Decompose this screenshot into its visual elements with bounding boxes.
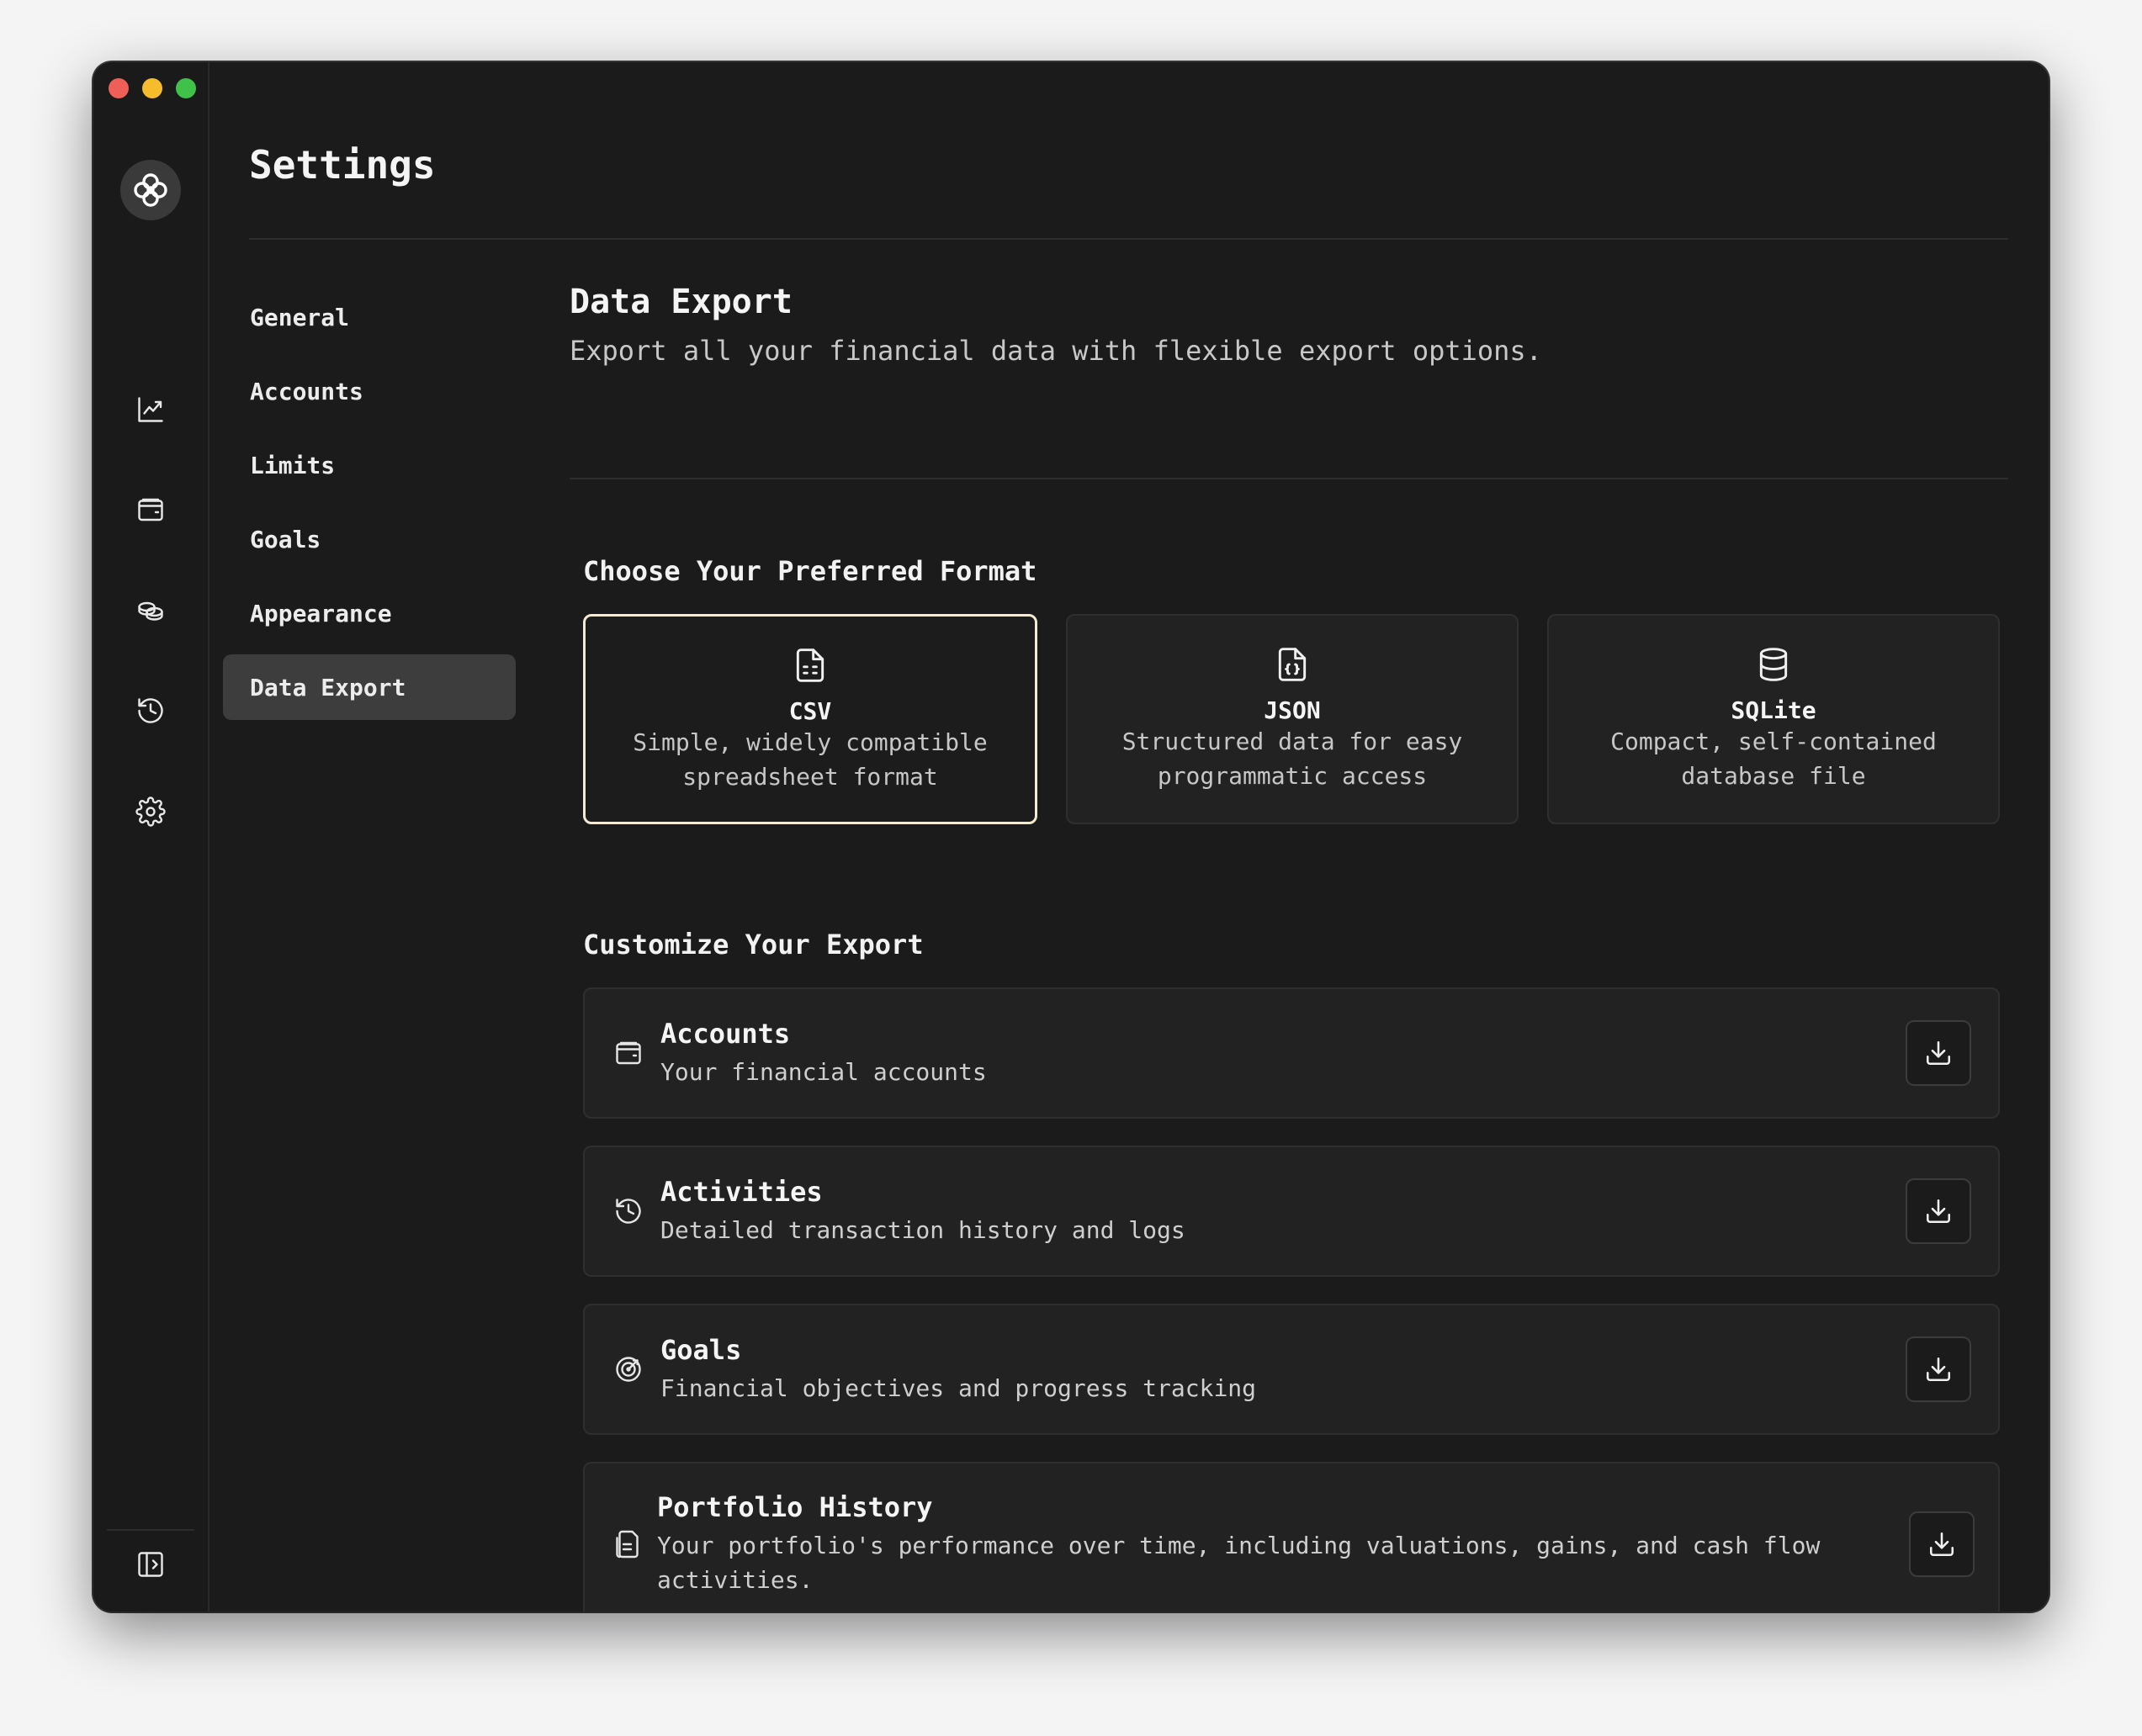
icon-rail [93,62,209,1612]
export-row-activities: Activities Detailed transaction history … [583,1146,2000,1277]
wallet-icon [616,1041,641,1065]
nav-item-general[interactable]: General [223,284,516,350]
data-export-panel: Data Export Export all your financial da… [570,283,2008,1612]
format-option-json[interactable]: JSON Structured data for easy programmat… [1066,614,1519,824]
page-title: Settings [249,142,436,188]
rail-performance-button[interactable] [131,390,170,429]
rail-holdings-button[interactable] [131,591,170,630]
settings-nav: General Accounts Limits Goals Appearance… [223,284,516,728]
format-description: Compact, self-contained database file [1610,728,1937,790]
export-row-description: Financial objectives and progress tracki… [660,1373,1257,1402]
target-icon [616,1357,641,1382]
maximize-window-button[interactable] [176,78,196,98]
export-row-portfolio-history: Portfolio History Your portfolio's perfo… [583,1462,2000,1612]
gear-icon [135,797,166,827]
format-heading: Choose Your Preferred Format [583,555,1037,587]
download-icon [1929,1532,1954,1557]
export-row-description: Your portfolio's performance over time, … [657,1532,1821,1594]
app-logo[interactable] [120,160,181,220]
section-divider [570,478,2008,479]
minimize-window-button[interactable] [142,78,162,98]
window-controls [109,78,196,98]
download-goals-button[interactable] [1906,1336,1971,1402]
download-icon [1926,1199,1951,1224]
export-row-description: Detailed transaction history and logs [660,1215,1185,1244]
export-row-description: Your financial accounts [660,1057,987,1086]
format-options: CSV Simple, widely compatible spreadshee… [583,614,2000,824]
format-name: CSV [788,697,832,725]
file-text-icon [616,1530,639,1559]
coins-icon [138,601,163,621]
close-window-button[interactable] [109,78,129,98]
download-icon [1926,1040,1951,1066]
history-icon [138,698,163,723]
rail-accounts-button[interactable] [131,490,170,529]
rail-activities-button[interactable] [131,691,170,730]
format-option-csv[interactable]: CSV Simple, widely compatible spreadshee… [583,614,1037,824]
export-row-title: Portfolio History [657,1491,933,1523]
nav-item-accounts[interactable]: Accounts [223,358,516,424]
download-icon [1926,1357,1951,1382]
download-portfolio-history-button[interactable] [1909,1511,1975,1577]
export-row-title: Accounts [660,1017,791,1050]
export-row-title: Activities [660,1175,823,1208]
nav-item-appearance[interactable]: Appearance [223,580,516,646]
chart-icon [138,397,163,422]
export-row-goals: Goals Financial objectives and progress … [583,1304,2000,1435]
export-row-title: Goals [660,1333,742,1366]
download-activities-button[interactable] [1906,1178,1971,1244]
file-spreadsheet-icon [796,648,824,682]
wallet-icon [138,498,163,521]
sidebar-toggle-button[interactable] [131,1545,170,1584]
format-option-sqlite[interactable]: SQLite Compact, self-contained database … [1547,614,2000,824]
rail-settings-button[interactable] [131,792,170,831]
format-description: Simple, widely compatible spreadsheet fo… [633,728,988,791]
file-json-icon [1278,648,1307,681]
sidebar-toggle-icon [138,1552,163,1577]
rail-divider [107,1529,194,1531]
customize-heading: Customize Your Export [583,929,924,961]
history-icon [616,1199,641,1224]
settings-content: Settings General Accounts Limits Goals A… [208,62,2049,1612]
database-icon [1759,648,1788,681]
format-description: Structured data for easy programmatic ac… [1121,728,1463,790]
download-accounts-button[interactable] [1906,1020,1971,1086]
format-name: JSON [1264,696,1321,724]
section-title: Data Export [570,283,793,321]
export-row-accounts: Accounts Your financial accounts [583,987,2000,1119]
app-window: Settings General Accounts Limits Goals A… [93,62,2049,1612]
section-subtitle: Export all your financial data with flex… [570,335,1542,367]
export-items: Accounts Your financial accounts Activit… [583,987,2000,1612]
logo-icon [134,173,167,207]
header-divider [249,238,2008,240]
nav-item-data-export[interactable]: Data Export [223,654,516,720]
format-name: SQLite [1731,696,1816,724]
nav-item-goals[interactable]: Goals [223,506,516,572]
nav-item-limits[interactable]: Limits [223,432,516,498]
